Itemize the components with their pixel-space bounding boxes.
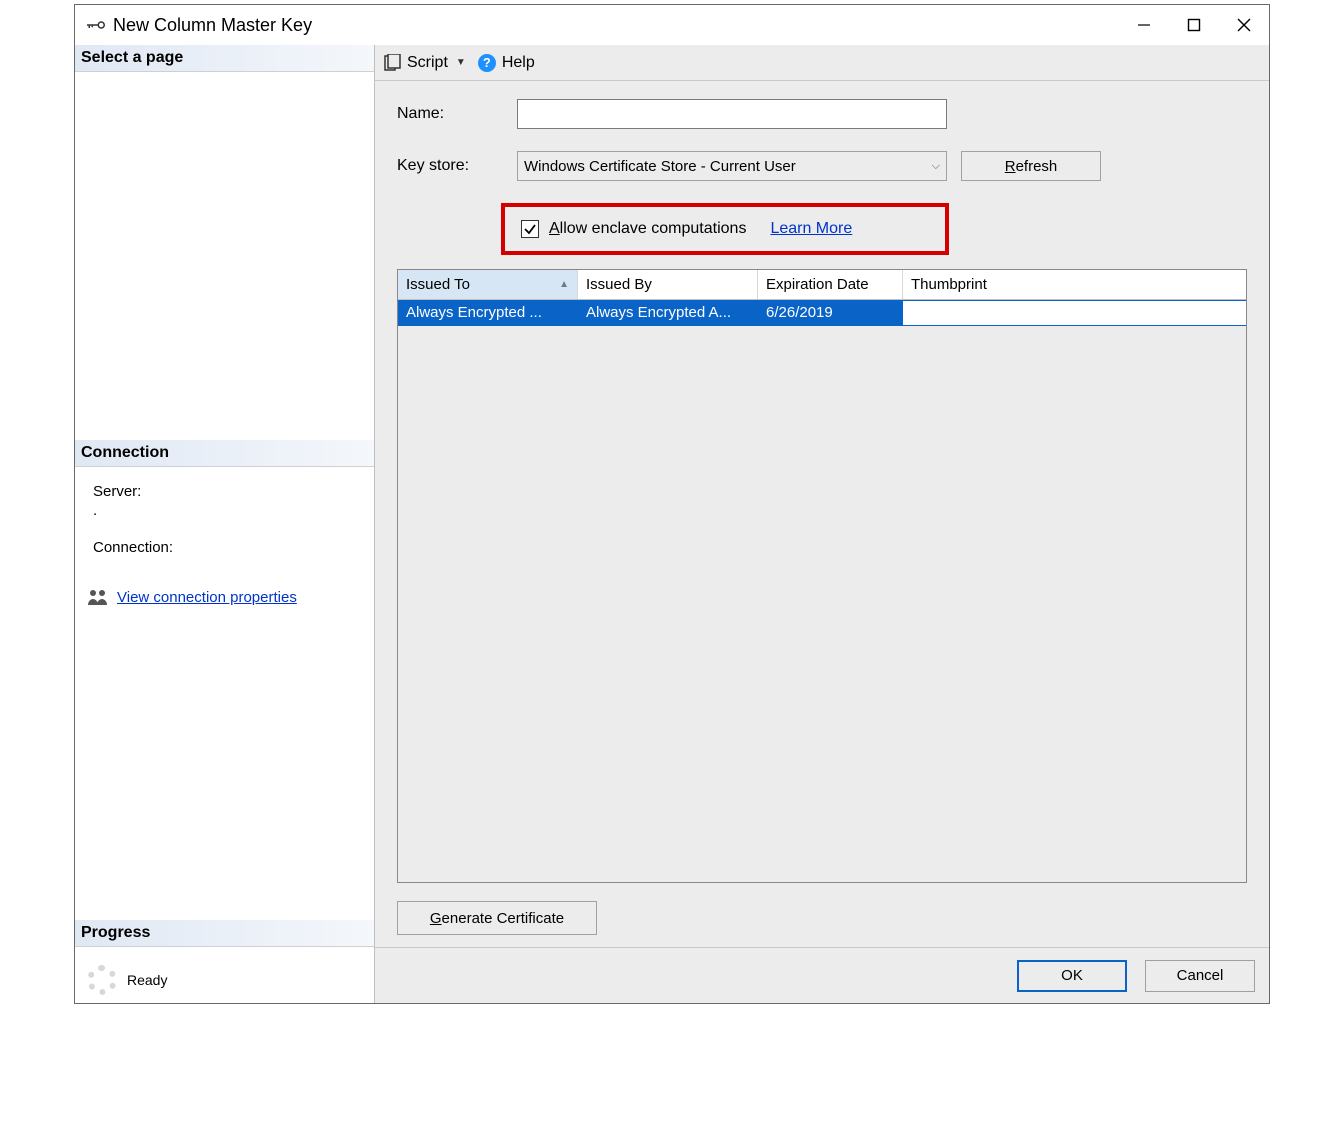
progress-header: Progress xyxy=(75,920,374,947)
sort-asc-icon: ▲ xyxy=(559,279,569,290)
sidebar-flex xyxy=(75,614,374,920)
connection-section: Server: . Connection: View connection pr… xyxy=(75,467,374,614)
column-issued-to[interactable]: Issued To▲ xyxy=(398,270,578,299)
generate-certificate-button[interactable]: Generate Certificate xyxy=(397,901,597,935)
allow-enclave-checkbox[interactable] xyxy=(521,220,539,238)
footer: OK Cancel xyxy=(375,947,1269,1003)
certificate-grid: Issued To▲ Issued By Expiration Date Thu… xyxy=(397,269,1247,883)
keystore-label: Key store: xyxy=(397,157,517,175)
dialog-window: New Column Master Key Select a page Conn… xyxy=(74,4,1270,1004)
ok-button[interactable]: OK xyxy=(1017,960,1127,992)
help-button[interactable]: Help xyxy=(502,54,535,72)
chevron-down-icon: ⌵ xyxy=(932,160,940,173)
script-button[interactable]: Script xyxy=(407,54,448,72)
ready-label: Ready xyxy=(127,972,167,988)
server-label: Server: xyxy=(93,483,362,500)
people-icon xyxy=(87,588,109,606)
script-icon xyxy=(383,54,401,72)
column-issued-by[interactable]: Issued By xyxy=(578,270,758,299)
ready-row: Ready xyxy=(87,965,362,995)
enclave-highlight-box: Allow enclave computations Learn More xyxy=(501,203,949,255)
toolbar: Script ▼ ? Help xyxy=(375,45,1269,81)
refresh-button[interactable]: Refresh xyxy=(961,151,1101,181)
column-expiration-date[interactable]: Expiration Date xyxy=(758,270,903,299)
key-icon xyxy=(87,19,105,31)
grid-header: Issued To▲ Issued By Expiration Date Thu… xyxy=(398,270,1246,300)
keystore-select[interactable]: Windows Certificate Store - Current User… xyxy=(517,151,947,181)
learn-more-link[interactable]: Learn More xyxy=(770,220,852,238)
grid-row[interactable]: Always Encrypted ... Always Encrypted A.… xyxy=(398,300,1246,326)
progress-spinner-icon xyxy=(87,965,117,995)
minimize-button[interactable] xyxy=(1119,5,1169,45)
script-dropdown-arrow[interactable]: ▼ xyxy=(456,57,466,68)
progress-section: Ready xyxy=(75,947,374,1003)
connection-label: Connection: xyxy=(93,539,362,556)
window-title: New Column Master Key xyxy=(113,15,312,36)
titlebar: New Column Master Key xyxy=(75,5,1269,45)
cell-expiration: 6/26/2019 xyxy=(758,300,903,326)
sidebar: Select a page Connection Server: . Conne… xyxy=(75,45,375,1003)
main-panel: Script ▼ ? Help Name: Key store: Windows… xyxy=(375,45,1269,1003)
window-controls xyxy=(1119,5,1269,45)
close-button[interactable] xyxy=(1219,5,1269,45)
select-page-header: Select a page xyxy=(75,45,374,72)
form-area: Name: Key store: Windows Certificate Sto… xyxy=(375,81,1269,947)
cell-issued-to: Always Encrypted ... xyxy=(398,300,578,326)
cell-issued-by: Always Encrypted A... xyxy=(578,300,758,326)
help-icon: ? xyxy=(478,54,496,72)
column-thumbprint[interactable]: Thumbprint xyxy=(903,270,1246,299)
allow-enclave-label: Allow enclave computations xyxy=(549,220,746,238)
sidebar-spacer xyxy=(75,72,374,440)
connection-header: Connection xyxy=(75,440,374,467)
cancel-button[interactable]: Cancel xyxy=(1145,960,1255,992)
keystore-row: Key store: Windows Certificate Store - C… xyxy=(397,151,1247,181)
view-connection-row: View connection properties xyxy=(87,588,362,606)
cell-thumbprint xyxy=(903,300,1246,326)
name-input[interactable] xyxy=(517,99,947,129)
name-row: Name: xyxy=(397,99,1247,129)
server-value: . xyxy=(93,502,362,519)
name-label: Name: xyxy=(397,105,517,123)
view-connection-properties-link[interactable]: View connection properties xyxy=(117,589,297,606)
keystore-value: Windows Certificate Store - Current User xyxy=(524,158,796,175)
maximize-button[interactable] xyxy=(1169,5,1219,45)
body-area: Select a page Connection Server: . Conne… xyxy=(75,45,1269,1003)
